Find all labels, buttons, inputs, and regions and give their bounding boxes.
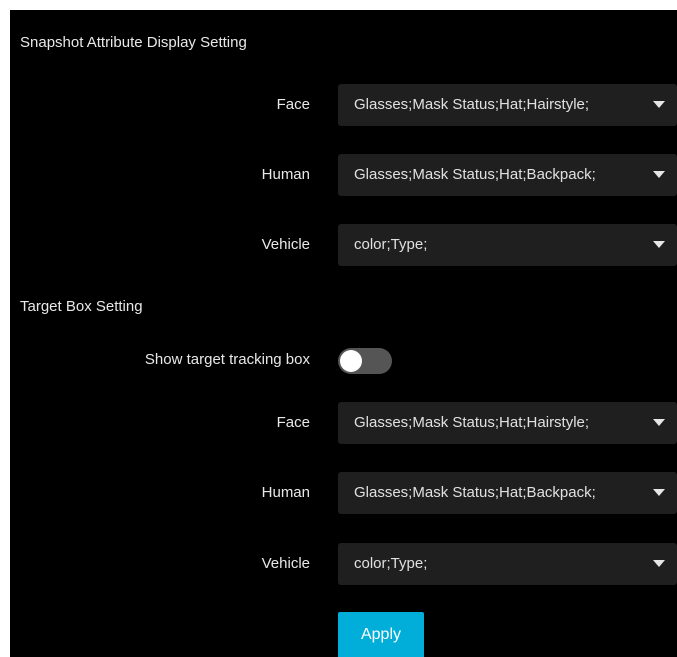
target-face-label: Face [276,414,310,431]
target-face-select-value: Glasses;Mask Status;Hat;Hairstyle; [354,414,590,431]
snapshot-human-select[interactable]: Glasses;Mask Status;Hat;Backpack; [338,154,677,196]
target-vehicle-label: Vehicle [261,555,310,572]
caret-down-icon [653,489,665,496]
settings-panel: Snapshot Attribute Display Setting Face … [10,10,677,657]
snapshot-vehicle-select[interactable]: color;Type; [338,224,677,266]
tracking-box-toggle-label: Show target tracking box [144,351,310,368]
snapshot-section-title: Snapshot Attribute Display Setting [20,34,247,51]
caret-down-icon [653,241,665,248]
toggle-knob [340,350,362,372]
snapshot-human-label: Human [261,166,310,183]
target-box-section-title: Target Box Setting [20,298,143,315]
target-vehicle-select[interactable]: color;Type; [338,543,677,585]
target-human-select[interactable]: Glasses;Mask Status;Hat;Backpack; [338,472,677,514]
snapshot-vehicle-select-value: color;Type; [354,236,428,253]
target-face-select[interactable]: Glasses;Mask Status;Hat;Hairstyle; [338,402,677,444]
caret-down-icon [653,419,665,426]
caret-down-icon [653,171,665,178]
apply-button[interactable]: Apply [338,612,424,657]
tracking-box-toggle[interactable] [338,348,392,374]
snapshot-face-label: Face [276,96,310,113]
snapshot-vehicle-label: Vehicle [261,236,310,253]
snapshot-face-select-value: Glasses;Mask Status;Hat;Hairstyle; [354,96,590,113]
caret-down-icon [653,560,665,567]
target-human-label: Human [261,484,310,501]
target-vehicle-select-value: color;Type; [354,555,428,572]
snapshot-human-select-value: Glasses;Mask Status;Hat;Backpack; [354,166,596,183]
snapshot-face-select[interactable]: Glasses;Mask Status;Hat;Hairstyle; [338,84,677,126]
caret-down-icon [653,101,665,108]
target-human-select-value: Glasses;Mask Status;Hat;Backpack; [354,484,596,501]
